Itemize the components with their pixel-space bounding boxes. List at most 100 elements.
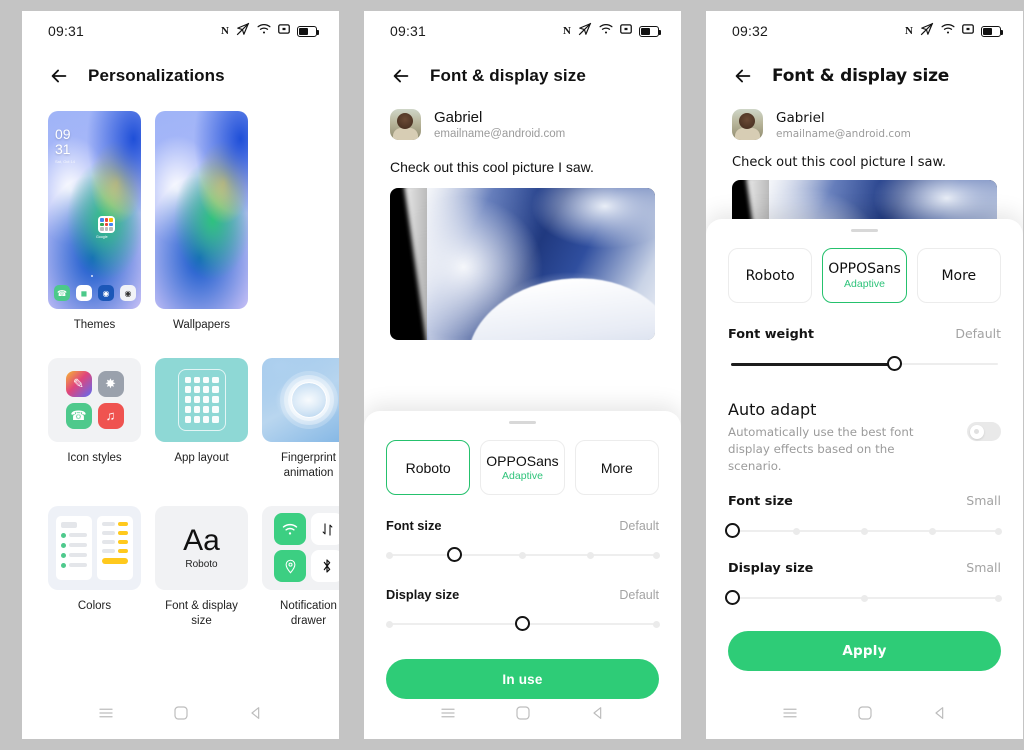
brush-icon: ✎ [65,370,92,397]
messages-icon: ◼ [76,285,92,301]
fingerprint-icon [292,383,326,417]
page-dot [91,275,93,277]
setting-font-size: Font size Small [724,493,1002,540]
bluetooth-icon [311,550,339,583]
status-bar: 09:32 N [706,11,1023,51]
font-family-options: Roboto OPPOSans Adaptive More [386,440,659,495]
setting-value: Default [619,519,659,533]
font-option-opposans[interactable]: OPPOSans Adaptive [480,440,565,495]
google-widget-icon [98,216,115,233]
sender-name: Gabriel [434,109,483,126]
lockscreen-date: Sat, Oct 14 [55,159,76,164]
grid-item-label: Notification drawer [280,599,337,628]
grid-item-colors[interactable]: Colors [48,505,141,630]
setting-display-size: Display size Default [385,587,660,633]
font-option-opposans[interactable]: OPPOSans Adaptive [822,248,907,303]
font-sample: Aa [183,523,220,557]
grid-row: 09 31 Sat, Oct 14 Google ☎ ◼ ◉ ◉ Themes … [48,111,313,334]
status-icons: N [563,22,662,41]
sheet-drag-handle[interactable] [851,229,878,232]
avatar [390,109,421,140]
font-option-label: More [600,459,633,476]
display-size-slider[interactable] [385,615,660,633]
back-arrow-icon[interactable] [732,65,754,87]
sheet-drag-handle[interactable] [509,421,536,424]
auto-adapt-toggle[interactable] [967,422,1001,441]
font-display-thumbnail: Aa Roboto [155,505,248,590]
setting-display-size: Display size Small [724,560,1002,607]
slider-thumb[interactable] [724,523,740,539]
grid-item-label: Colors [77,599,112,612]
sender-email: emailname@android.com [434,128,566,140]
music-icon: ♫ [97,402,124,429]
slider-thumb[interactable] [515,616,530,631]
grid-item-label: App layout [174,451,229,464]
home-icon[interactable] [857,705,873,726]
back-arrow-icon[interactable] [48,65,70,87]
font-option-more[interactable]: More [574,440,659,495]
font-size-slider[interactable] [724,522,1002,540]
display-size-slider[interactable] [724,589,1002,607]
apply-button[interactable]: Apply [728,631,1001,672]
browser-icon: ◉ [98,285,114,301]
data-transfer-icon [311,513,339,546]
dock: ☎ ◼ ◉ ◉ [54,285,136,301]
slider-thumb[interactable] [887,356,903,371]
status-time: 09:31 [390,23,427,39]
grid-item-icon-styles[interactable]: ✎ ✸ ☎ ♫ Icon styles [48,357,141,482]
grid-item-notification-drawer[interactable]: Notification drawer [262,505,339,630]
back-arrow-icon[interactable] [390,65,412,87]
font-size-slider[interactable] [385,546,660,564]
notification-drawer-thumbnail [262,505,339,590]
grid-item-app-layout[interactable]: App layout [155,357,248,482]
phone-icon: ☎ [54,285,70,301]
slider-thumb[interactable] [724,590,740,606]
themes-thumbnail: 09 31 Sat, Oct 14 Google ☎ ◼ ◉ ◉ [48,111,141,309]
screenshot-stage: 09:31 N Personalizations 09 31 Sat, Oct … [0,0,1024,750]
back-icon[interactable] [248,705,264,726]
location-off-icon [236,22,250,41]
menu-icon[interactable] [97,704,115,727]
app-bar: Font & display size [706,51,1023,87]
setting-font-weight: Font weight Default [728,326,1001,373]
setting-label: Font size [728,494,793,510]
status-icons: N [905,22,1004,41]
wifi-icon [274,513,306,546]
font-option-label: Roboto [745,267,795,284]
menu-icon[interactable] [781,704,799,727]
menu-icon[interactable] [439,704,457,727]
home-icon[interactable] [515,705,531,726]
font-option-roboto[interactable]: Roboto [386,440,471,495]
wallpapers-thumbnail [155,111,248,309]
preview-message: Check out this cool picture I saw. [732,155,947,170]
grid-item-wallpapers[interactable]: Wallpapers [155,111,248,334]
back-icon[interactable] [932,705,948,726]
avatar [732,109,763,140]
grid-item-fingerprint-animation[interactable]: Fingerprint animation [262,357,339,482]
auto-adapt-setting: Auto adapt Automatically use the best fo… [728,400,1001,475]
grid-item-label: Icon styles [67,451,122,464]
status-bar: 09:31 N [22,11,339,51]
status-time: 09:31 [48,23,85,39]
font-option-label: OPPOSans [486,453,559,469]
icon-styles-thumbnail: ✎ ✸ ☎ ♫ [48,357,141,442]
font-option-more[interactable]: More [916,248,1001,303]
font-option-label: Roboto [405,459,451,476]
font-option-roboto[interactable]: Roboto [728,248,813,303]
system-nav-bar [364,691,681,739]
settings-icon: ✸ [97,370,124,397]
setting-value: Small [966,493,1001,509]
slider-thumb[interactable] [446,547,462,562]
location-icon [274,550,306,583]
battery-icon [639,25,662,37]
personalization-grid: 09 31 Sat, Oct 14 Google ☎ ◼ ◉ ◉ Themes … [22,87,339,630]
screen-record-icon [962,22,974,40]
camera-icon: ◉ [120,285,136,301]
font-option-label: More [941,267,977,284]
grid-item-font-display-size[interactable]: Aa Roboto Font & display size [155,505,248,630]
setting-value: Default [955,326,1001,341]
home-icon[interactable] [173,705,189,726]
grid-item-themes[interactable]: 09 31 Sat, Oct 14 Google ☎ ◼ ◉ ◉ Themes [48,111,141,334]
back-icon[interactable] [590,705,606,726]
font-weight-slider[interactable] [728,355,1001,373]
